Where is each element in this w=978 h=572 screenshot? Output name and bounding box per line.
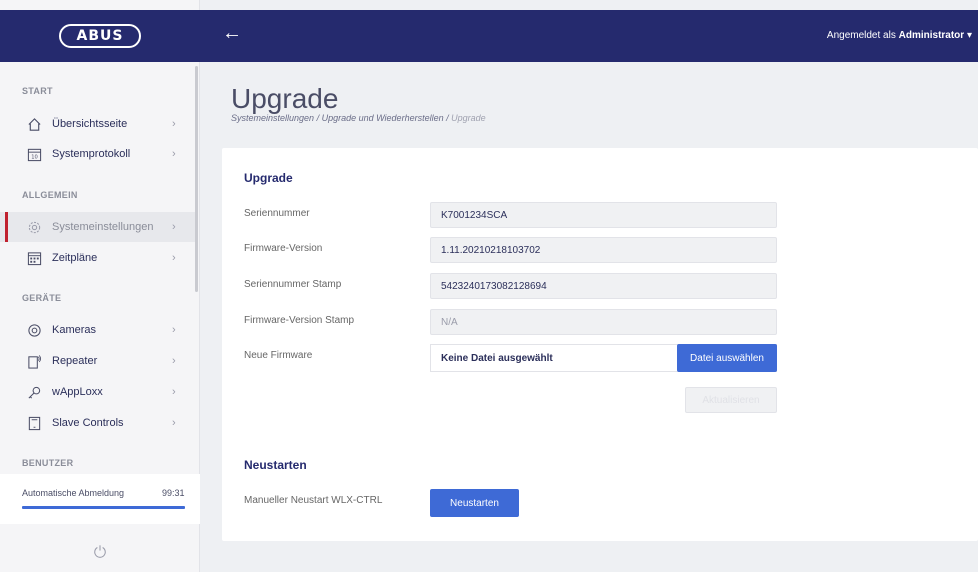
sidebar-item-label: wAppLoxx [52,386,103,398]
sidebar-scrollbar[interactable] [195,66,198,292]
sidebar-item-slave-controls[interactable]: Slave Controls › [0,408,196,438]
chevron-right-icon: › [172,324,176,336]
logo-bar: ABUS [0,10,200,62]
sidebar-item-uebersichtsseite[interactable]: Übersichtsseite › [0,109,196,139]
upgrade-heading: Upgrade [244,171,293,185]
arrow-left-icon[interactable]: ← [222,22,242,45]
firmware-version-label: Firmware-Version [244,243,323,254]
section-benutzer: BENUTZER [22,458,74,468]
power-icon[interactable] [93,544,107,558]
home-icon [26,116,42,132]
seriennummer-label: Seriennummer [244,208,310,219]
sidebar-item-label: Übersichtsseite [52,118,128,130]
section-allgemein: ALLGEMEIN [22,190,78,200]
breadcrumb-item[interactable]: Systemeinstellungen [231,113,314,123]
choose-file-button[interactable]: Datei auswählen [677,344,777,372]
key-icon [26,384,42,400]
sidebar-item-wapploxx[interactable]: wAppLoxx › [0,377,196,407]
update-button[interactable]: Aktualisieren [685,387,777,413]
svg-text:10: 10 [31,154,38,160]
breadcrumb-item[interactable]: Upgrade und Wiederherstellen [322,113,444,123]
section-start: START [22,86,53,96]
auto-logout-label: Automatische Abmeldung [22,488,125,498]
sidebar: ABUS START Übersichtsseite › 10 Systempr… [0,0,200,572]
file-status: Keine Datei ausgewählt [441,353,553,364]
sidebar-item-systemprotokoll[interactable]: 10 Systemprotokoll › [0,139,196,169]
auto-logout-progress [22,506,185,509]
sidebar-item-label: Zeitpläne [52,252,98,264]
chevron-down-icon: ▾ [966,30,972,41]
restart-heading: Neustarten [244,458,307,472]
chevron-right-icon: › [172,221,176,233]
firmware-version-field: 1.11.20210218103702 [430,237,777,263]
login-info[interactable]: Angemeldet als Administrator ▾ [827,30,972,41]
sidebar-item-kameras[interactable]: Kameras › [0,315,196,345]
page-title: Upgrade [231,83,339,114]
seriennummer-stamp-label: Seriennummer Stamp [244,279,342,290]
firmware-version-stamp-field: N/A [430,309,777,335]
breadcrumb: Systemeinstellungen / Upgrade und Wieder… [231,113,486,123]
seriennummer-stamp-field: 5423240173082128694 [430,273,777,299]
calendar-icon: 10 [26,146,42,162]
sidebar-item-label: Systemprotokoll [52,148,131,160]
sidebar-item-repeater[interactable]: Repeater › [0,346,196,376]
sidebar-item-label: Repeater [52,355,98,367]
neue-firmware-label: Neue Firmware [244,350,313,361]
tablet-icon [26,415,42,431]
chevron-right-icon: › [172,118,176,130]
sidebar-item-zeitplaene[interactable]: Zeitpläne › [0,243,196,273]
chevron-right-icon: › [172,252,176,264]
firmware-version-stamp-label: Firmware-Version Stamp [244,315,355,326]
restart-label: Manueller Neustart WLX-CTRL [244,495,383,506]
gear-icon [26,219,42,235]
repeater-icon [26,353,42,369]
abus-logo: ABUS [59,24,141,48]
login-user: Administrator [898,30,965,41]
breadcrumb-current: Upgrade [451,113,486,123]
chevron-right-icon: › [172,417,176,429]
chevron-right-icon: › [172,386,176,398]
sidebar-item-label: Systemeinstellungen [52,221,154,233]
top-bar: ← Angemeldet als Administrator ▾ [200,10,978,62]
restart-button[interactable]: Neustarten [430,489,519,517]
chevron-right-icon: › [172,355,176,367]
sidebar-item-systemeinstellungen[interactable]: Systemeinstellungen › [0,212,196,242]
camera-icon [26,322,42,338]
seriennummer-field: K7001234SCA [430,202,777,228]
schedule-icon [26,250,42,266]
sidebar-item-label: Slave Controls [52,417,124,429]
auto-logout-timer: 99:31 [162,488,185,498]
login-prefix: Angemeldet als [826,30,896,41]
sidebar-item-label: Kameras [52,324,97,336]
auto-logout: Automatische Abmeldung 99:31 [0,474,200,524]
section-geraete: GERÄTE [22,293,62,303]
chevron-right-icon: › [172,148,176,160]
